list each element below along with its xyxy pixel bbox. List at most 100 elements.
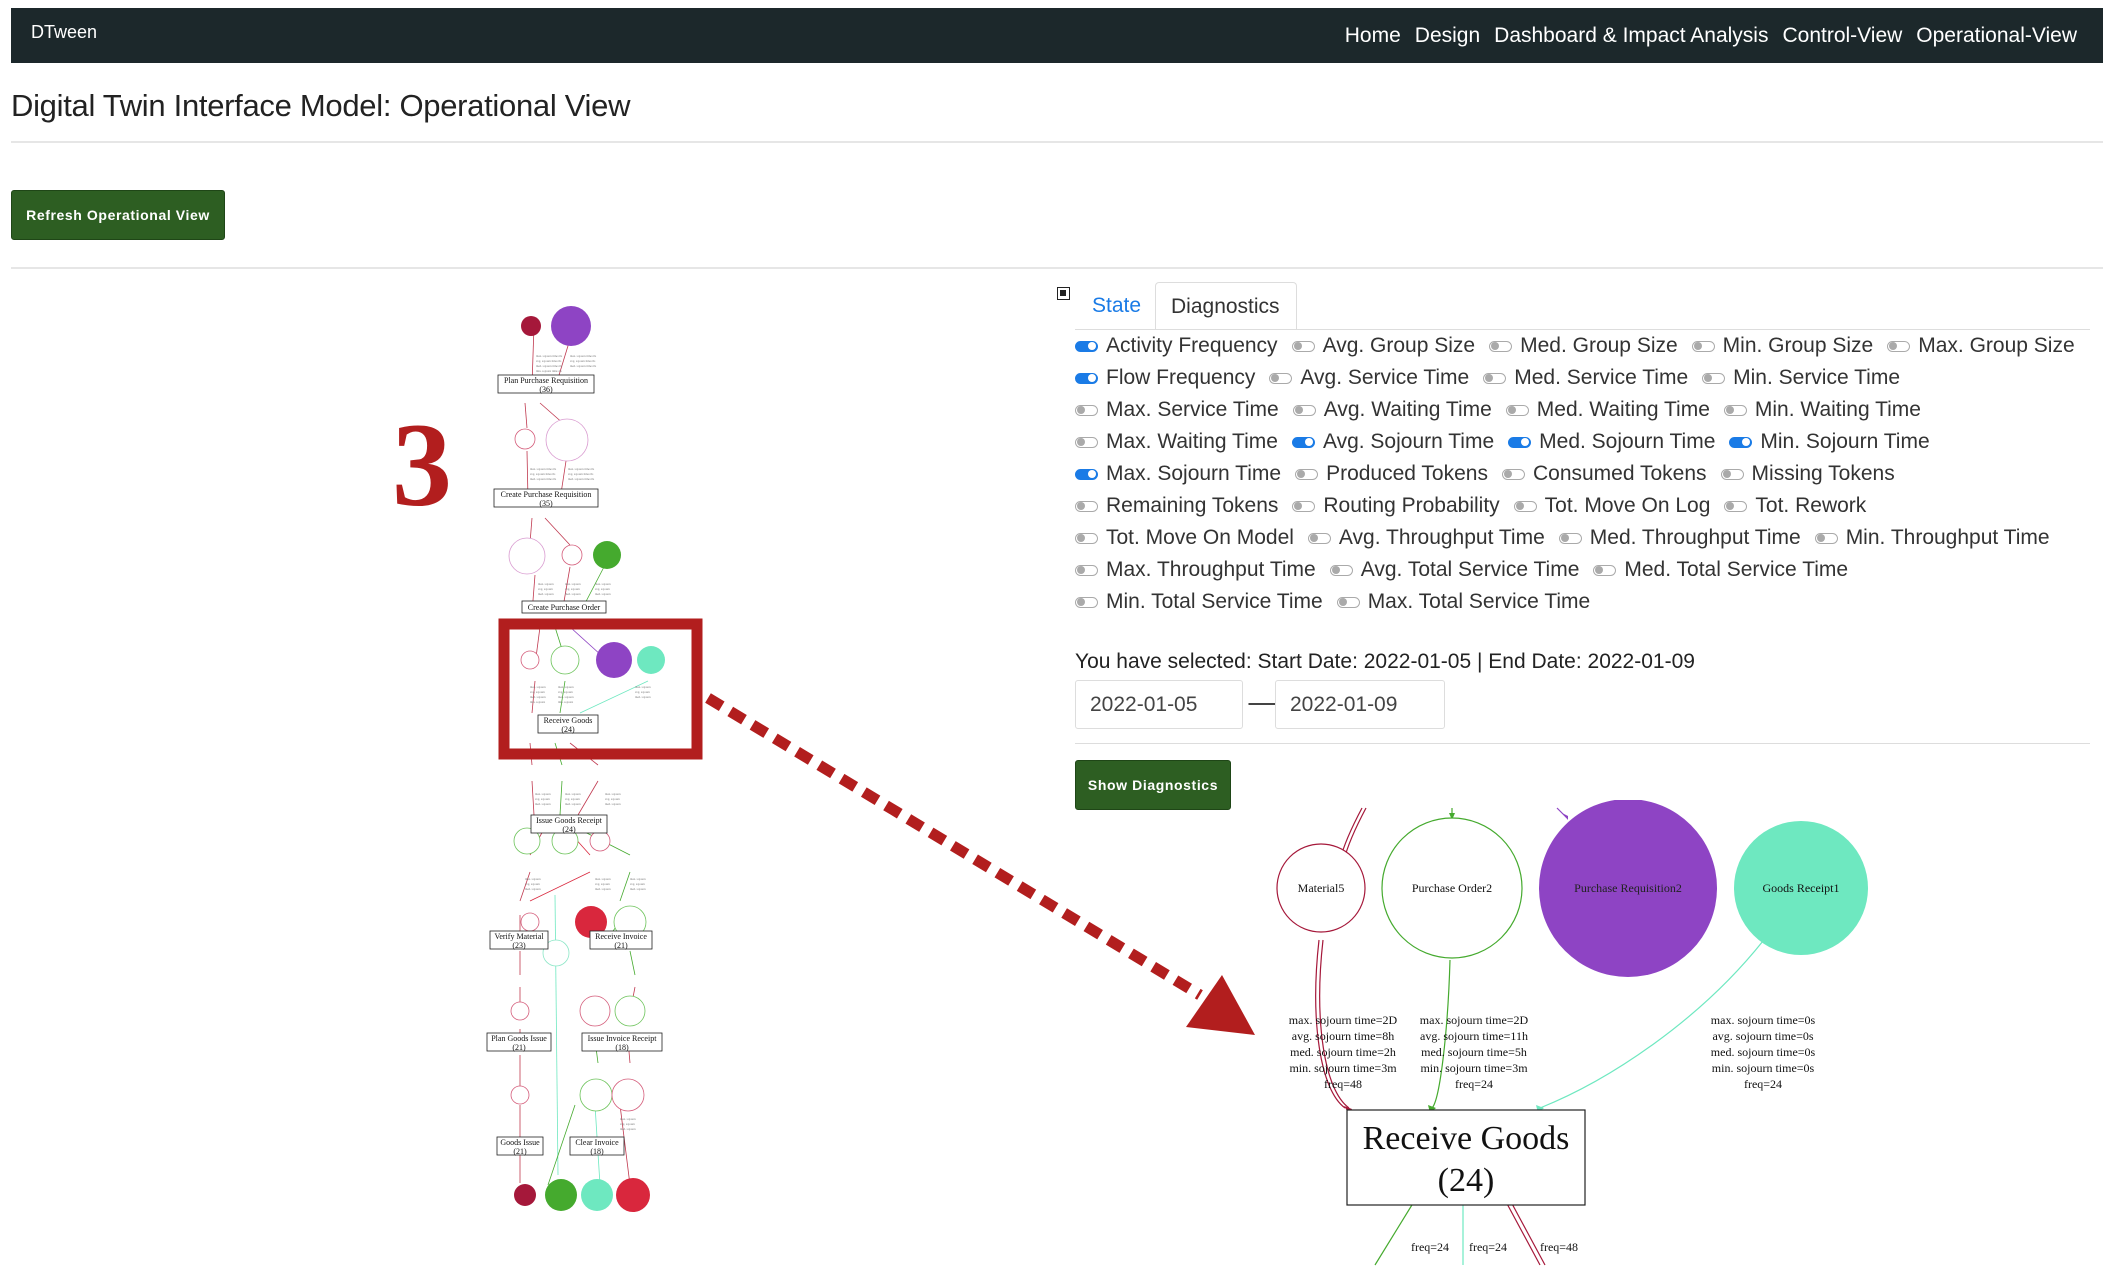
toggle-switch[interactable]	[1814, 532, 1838, 544]
toggle-switch[interactable]	[1593, 564, 1617, 576]
nav-control-view[interactable]: Control-View	[1782, 24, 1902, 48]
start-date-input[interactable]: 2022-01-05	[1075, 680, 1243, 729]
toggle-switch[interactable]	[1508, 436, 1532, 448]
activity-label: Clear Invoice	[575, 1138, 619, 1147]
option-med-sojourn-time[interactable]: Med. Sojourn Time	[1508, 430, 1715, 454]
option-max-total-service-time[interactable]: Max. Total Service Time	[1336, 590, 1590, 614]
toggle-switch[interactable]	[1292, 500, 1316, 512]
option-tot-move-on-log[interactable]: Tot. Move On Log	[1513, 494, 1710, 518]
toggle-switch[interactable]	[1723, 404, 1747, 416]
tab-diagnostics[interactable]: Diagnostics	[1155, 282, 1297, 330]
toggle-switch[interactable]	[1075, 500, 1098, 512]
option-min-total-service-time[interactable]: Min. Total Service Time	[1075, 590, 1323, 614]
toggle-switch[interactable]	[1075, 596, 1098, 608]
option-routing-probability[interactable]: Routing Probability	[1292, 494, 1500, 518]
option-avg-service-time[interactable]: Avg. Service Time	[1269, 366, 1469, 390]
svg-text:avg. sojourn: avg. sojourn	[558, 690, 573, 694]
option-min-service-time[interactable]: Min. Service Time	[1702, 366, 1900, 390]
option-tot-rework[interactable]: Tot. Rework	[1724, 494, 1866, 518]
option-avg-total-service-time[interactable]: Avg. Total Service Time	[1329, 558, 1579, 582]
toggle-switch[interactable]	[1558, 532, 1582, 544]
option-min-sojourn-time[interactable]: Min. Sojourn Time	[1729, 430, 1930, 454]
option-min-waiting-time[interactable]: Min. Waiting Time	[1723, 398, 1921, 422]
option-med-group-size[interactable]: Med. Group Size	[1489, 334, 1678, 358]
option-avg-sojourn-time[interactable]: Avg. Sojourn Time	[1291, 430, 1494, 454]
toggle-switch[interactable]	[1887, 340, 1911, 352]
edge-stat: freq=24	[1455, 1077, 1493, 1091]
activity-count: (18)	[615, 1043, 629, 1052]
toggle-switch[interactable]	[1729, 436, 1753, 448]
toggle-switch[interactable]	[1329, 564, 1353, 576]
option-med-throughput-time[interactable]: Med. Throughput Time	[1558, 526, 1801, 550]
option-missing-tokens[interactable]: Missing Tokens	[1720, 462, 1895, 486]
option-max-throughput-time[interactable]: Max. Throughput Time	[1075, 558, 1316, 582]
toggle-switch[interactable]	[1075, 468, 1098, 480]
toggle-switch[interactable]	[1075, 436, 1098, 448]
nav-home[interactable]: Home	[1345, 24, 1401, 48]
zoomed-graph-detail: Material5 Purchase Order2 Purchase Requi…	[1276, 800, 1868, 1266]
edge-stat: freq=24	[1744, 1077, 1782, 1091]
option-max-service-time[interactable]: Max. Service Time	[1075, 398, 1279, 422]
toggle-switch[interactable]	[1075, 532, 1098, 544]
toggle-switch[interactable]	[1336, 596, 1360, 608]
toggle-switch[interactable]	[1720, 468, 1744, 480]
option-avg-throughput-time[interactable]: Avg. Throughput Time	[1307, 526, 1545, 550]
toggle-switch[interactable]	[1505, 404, 1529, 416]
svg-text:avg. sojourn: avg. sojourn	[620, 1122, 635, 1126]
option-med-total-service-time[interactable]: Med. Total Service Time	[1593, 558, 1848, 582]
toggle-switch[interactable]	[1291, 340, 1315, 352]
toggle-switch[interactable]	[1702, 372, 1726, 384]
option-max-group-size[interactable]: Max. Group Size	[1887, 334, 2075, 358]
nav-dashboard[interactable]: Dashboard & Impact Analysis	[1494, 24, 1768, 48]
option-avg-group-size[interactable]: Avg. Group Size	[1291, 334, 1475, 358]
svg-text:max. sojourn time=0s: max. sojourn time=0s	[536, 354, 563, 358]
toggle-switch[interactable]	[1075, 340, 1098, 352]
edge-stat: avg. sojourn time=11h	[1420, 1029, 1528, 1043]
panel-toggle-checkbox[interactable]	[1057, 287, 1070, 300]
nav-design[interactable]: Design	[1415, 24, 1480, 48]
end-date-input[interactable]: 2022-01-09	[1275, 680, 1445, 729]
process-model-graph[interactable]: max. sojourn time=0savg. sojourn time=0s…	[470, 295, 710, 1215]
option-flow-frequency[interactable]: Flow Frequency	[1075, 366, 1255, 390]
toggle-switch[interactable]	[1292, 404, 1316, 416]
option-max-sojourn-time[interactable]: Max. Sojourn Time	[1075, 462, 1281, 486]
toggle-switch[interactable]	[1513, 500, 1537, 512]
option-avg-waiting-time[interactable]: Avg. Waiting Time	[1292, 398, 1492, 422]
brand-logo[interactable]: DTween	[31, 22, 97, 43]
refresh-operational-view-button[interactable]: Refresh Operational View	[11, 190, 225, 240]
toggle-switch[interactable]	[1269, 372, 1293, 384]
toggle-switch[interactable]	[1483, 372, 1507, 384]
toggle-switch[interactable]	[1501, 468, 1525, 480]
toggle-switch[interactable]	[1295, 468, 1319, 480]
activity-label: Goods Issue	[500, 1138, 540, 1147]
option-remaining-tokens[interactable]: Remaining Tokens	[1075, 494, 1278, 518]
option-min-group-size[interactable]: Min. Group Size	[1691, 334, 1873, 358]
svg-text:avg. sojourn: avg. sojourn	[595, 587, 610, 591]
svg-text:avg. sojourn time=0s: avg. sojourn time=0s	[568, 472, 594, 476]
option-produced-tokens[interactable]: Produced Tokens	[1295, 462, 1488, 486]
svg-text:avg. sojourn: avg. sojourn	[565, 587, 580, 591]
option-max-waiting-time[interactable]: Max. Waiting Time	[1075, 430, 1278, 454]
option-med-service-time[interactable]: Med. Service Time	[1483, 366, 1688, 390]
toggle-switch[interactable]	[1075, 372, 1098, 384]
option-min-throughput-time[interactable]: Min. Throughput Time	[1814, 526, 2050, 550]
tab-state[interactable]: State	[1077, 282, 1156, 330]
option-activity-frequency[interactable]: Activity Frequency	[1075, 334, 1278, 358]
toggle-switch[interactable]	[1489, 340, 1513, 352]
toggle-switch[interactable]	[1307, 532, 1331, 544]
svg-text:max. sojourn time=0s: max. sojourn time=0s	[568, 467, 595, 471]
toggle-switch[interactable]	[1291, 436, 1315, 448]
option-med-waiting-time[interactable]: Med. Waiting Time	[1505, 398, 1710, 422]
toggle-switch[interactable]	[1691, 340, 1715, 352]
option-consumed-tokens[interactable]: Consumed Tokens	[1501, 462, 1707, 486]
option-tot-move-on-model[interactable]: Tot. Move On Model	[1075, 526, 1294, 550]
toggle-switch[interactable]	[1075, 404, 1098, 416]
activity-label: Plan Purchase Requisition	[504, 376, 588, 385]
show-diagnostics-button[interactable]: Show Diagnostics	[1075, 760, 1231, 810]
svg-text:max. sojourn: max. sojourn	[530, 685, 546, 689]
nav-operational-view[interactable]: Operational-View	[1916, 24, 2077, 48]
activity-count: (18)	[590, 1147, 604, 1156]
svg-text:med. sojourn: med. sojourn	[530, 695, 546, 699]
toggle-switch[interactable]	[1724, 500, 1748, 512]
toggle-switch[interactable]	[1075, 564, 1098, 576]
